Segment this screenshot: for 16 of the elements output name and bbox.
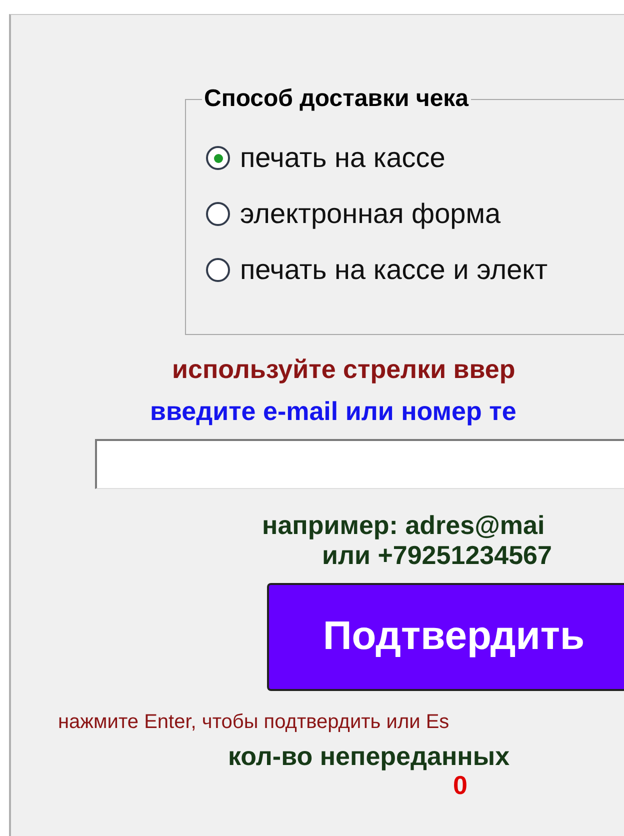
groupbox-title: Способ доставки чека bbox=[202, 85, 471, 113]
radio-option[interactable]: печать на кассе и элект bbox=[206, 254, 624, 286]
unsent-label: кол-во непереданных bbox=[228, 742, 510, 772]
radio-option[interactable]: печать на кассе bbox=[206, 142, 624, 174]
radio-button-icon[interactable] bbox=[206, 202, 230, 226]
example-text: или +79251234567 bbox=[322, 540, 552, 571]
confirm-button[interactable]: Подтвердить bbox=[267, 582, 624, 691]
unsent-count: 0 bbox=[453, 771, 468, 802]
input-prompt: введите e-mail или номер те bbox=[150, 396, 516, 427]
radio-button-icon[interactable] bbox=[206, 146, 230, 170]
contact-input-field[interactable] bbox=[95, 438, 624, 489]
keys-hint: нажмите Enter, чтобы подтвердить или Es bbox=[58, 710, 450, 734]
radio-option[interactable]: электронная форма bbox=[206, 198, 624, 230]
radio-button-icon[interactable] bbox=[206, 258, 230, 282]
arrows-hint: используйте стрелки ввер bbox=[172, 355, 516, 385]
example-text: например: adres@mai bbox=[262, 510, 545, 541]
